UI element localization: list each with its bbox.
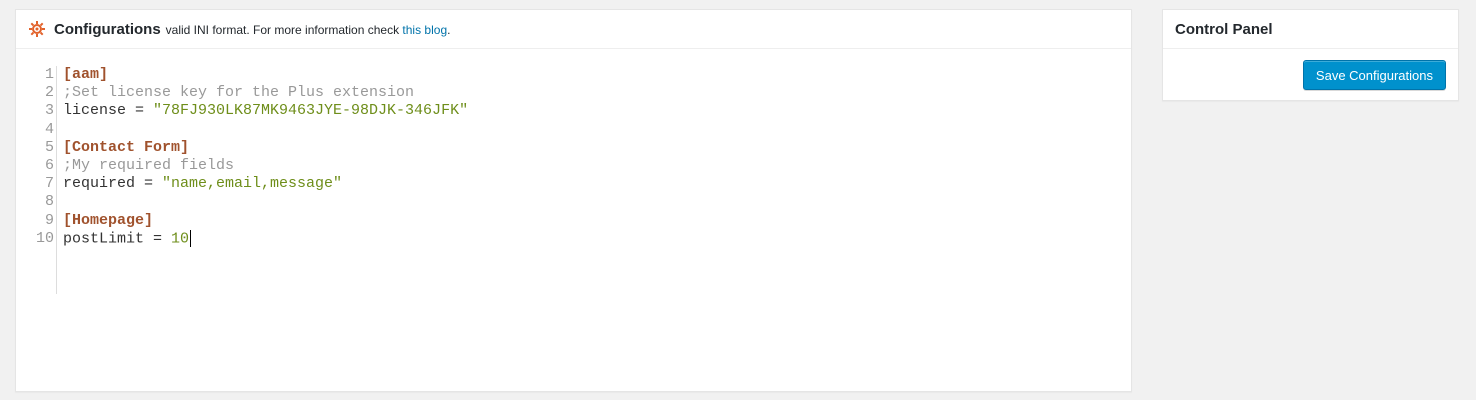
code-token-comment: ;Set license key for the Plus extension (63, 84, 415, 102)
gear-icon (28, 20, 46, 38)
code-line: ;Set license key for the Plus extension (63, 84, 414, 102)
line-number: 10 (35, 229, 54, 247)
line-number: 6 (44, 157, 54, 174)
code-line: license = "78FJ930LK87MK9463JYE-98DJK-34… (63, 102, 468, 120)
configurations-title: Configurations (54, 20, 161, 38)
code-token-section: [Homepage] (63, 211, 154, 229)
control-panel: Control Panel Save Configurations (1162, 9, 1459, 101)
control-panel-header: Control Panel (1163, 10, 1458, 49)
line-number: 2 (44, 84, 54, 102)
line-number: 3 (44, 102, 54, 120)
code-line: ;My required fields (63, 157, 234, 175)
code-token-comment: ;My required fields (63, 157, 235, 174)
text-cursor (190, 229, 192, 247)
code-line: [aam] (63, 66, 108, 84)
description-text: valid INI format. For more information c… (165, 23, 400, 37)
control-panel-title: Control Panel (1175, 20, 1273, 38)
ini-code-editor[interactable]: 1 [aam] 2 ;Set license key for the Plus ext… (30, 66, 1130, 294)
code-token-str: "name,email,message" (162, 175, 343, 193)
line-number: 9 (44, 211, 54, 229)
line-number: 8 (44, 193, 54, 211)
line-number: 5 (44, 138, 54, 156)
line-number: 4 (44, 120, 54, 138)
save-configurations-button[interactable]: Save Configurations (1302, 60, 1446, 90)
configurations-description: valid INI format. For more information c… (166, 23, 451, 37)
code-token-plain: license = (63, 102, 154, 120)
code-token-plain: required = (63, 175, 163, 193)
description-suffix: . (447, 23, 451, 37)
line-number: 7 (44, 175, 54, 193)
configurations-header: Configurations valid INI format. For mor… (16, 10, 1131, 49)
code-line: [Homepage] (63, 212, 153, 230)
code-token-num: 10 (171, 230, 190, 248)
code-line: [Contact Form] (63, 139, 189, 157)
code-token-section: [Contact Form] (63, 138, 190, 156)
code-line: postLimit = 10 (63, 229, 192, 248)
code-token-plain: postLimit = (63, 230, 172, 248)
configurations-panel: Configurations valid INI format. For mor… (15, 9, 1132, 392)
line-number: 1 (44, 66, 54, 83)
code-token-section: [aam] (63, 66, 109, 83)
code-line: required = "name,email,message" (63, 175, 342, 193)
code-token-str: "78FJ930LK87MK9463JYE-98DJK-346JFK" (153, 102, 469, 120)
blog-link[interactable]: this blog (402, 23, 447, 37)
